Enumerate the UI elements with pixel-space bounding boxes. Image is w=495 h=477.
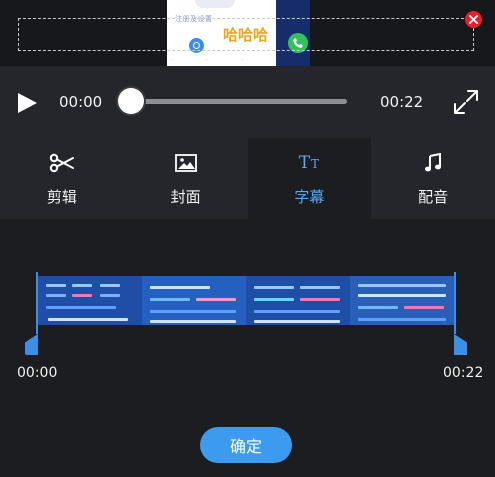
- tab-dubbing[interactable]: 配音: [371, 138, 495, 219]
- trim-handle-line: [454, 272, 456, 334]
- thumb-detail: [46, 294, 66, 297]
- thumb-detail: [358, 294, 446, 297]
- editor-tabs: 剪辑 封面 TT 字幕 配音: [0, 138, 495, 219]
- trim-handle-start[interactable]: [25, 272, 38, 355]
- trim-handle-grip: [454, 334, 467, 355]
- play-icon: [18, 93, 37, 113]
- thumb-detail: [72, 284, 92, 287]
- thumb-detail: [196, 298, 236, 301]
- thumb-detail: [300, 286, 340, 289]
- thumb-detail: [358, 306, 398, 309]
- thumb-detail: [46, 306, 116, 309]
- thumb-detail: [100, 284, 120, 287]
- tab-edit[interactable]: 剪辑: [0, 138, 124, 219]
- tab-subtitles[interactable]: TT 字幕: [247, 138, 372, 219]
- trim-handle-end[interactable]: [454, 272, 467, 355]
- preview-tab-labels: · · ·: [171, 57, 259, 63]
- timeline-end-time: 00:22: [443, 365, 484, 381]
- thumb-detail: [150, 298, 190, 301]
- confirm-button[interactable]: 确定: [200, 427, 292, 463]
- thumb-detail: [150, 320, 236, 323]
- seek-thumb[interactable]: [118, 88, 144, 114]
- thumb-detail: [46, 284, 66, 287]
- thumb-detail: [404, 306, 444, 309]
- fullscreen-button[interactable]: [452, 88, 480, 116]
- thumb-detail: [150, 310, 236, 313]
- thumb-detail: [358, 284, 446, 287]
- scissors-icon: [49, 152, 75, 174]
- tab-subtitles-label: 字幕: [294, 188, 325, 206]
- thumb-detail: [358, 318, 446, 321]
- seek-bar[interactable]: [131, 99, 347, 104]
- thumb-detail: [254, 320, 340, 323]
- close-icon: [469, 15, 478, 24]
- player-controls: 00:00 00:22: [0, 66, 495, 138]
- video-preview: 注册及设置 哈哈哈 · · ·: [0, 0, 495, 66]
- subtitle-selection-box[interactable]: [18, 18, 474, 51]
- music-note-icon: [424, 152, 442, 174]
- preview-notch: [195, 0, 235, 8]
- play-button[interactable]: [16, 92, 38, 114]
- tab-cover[interactable]: 封面: [124, 138, 248, 219]
- current-time: 00:00: [59, 93, 103, 111]
- total-time: 00:22: [380, 93, 424, 111]
- trim-handle-grip: [25, 334, 38, 355]
- timeline-start-time: 00:00: [17, 365, 58, 381]
- thumb-detail: [254, 310, 340, 313]
- thumb-detail: [100, 294, 120, 297]
- thumb-detail: [254, 298, 294, 301]
- text-size-icon: TT: [298, 153, 321, 173]
- thumb-detail: [72, 294, 92, 297]
- delete-subtitle-button[interactable]: [465, 11, 482, 28]
- thumb-detail: [300, 298, 340, 301]
- thumb-detail: [254, 286, 294, 289]
- trim-handle-line: [36, 272, 38, 334]
- timeline-strip[interactable]: [38, 276, 454, 325]
- thumb-detail: [48, 318, 128, 321]
- expand-icon: [454, 90, 478, 114]
- thumb-detail: [150, 286, 210, 289]
- tab-cover-label: 封面: [170, 188, 201, 206]
- tab-dubbing-label: 配音: [418, 188, 449, 206]
- tab-edit-label: 剪辑: [46, 188, 77, 206]
- image-icon: [174, 152, 197, 174]
